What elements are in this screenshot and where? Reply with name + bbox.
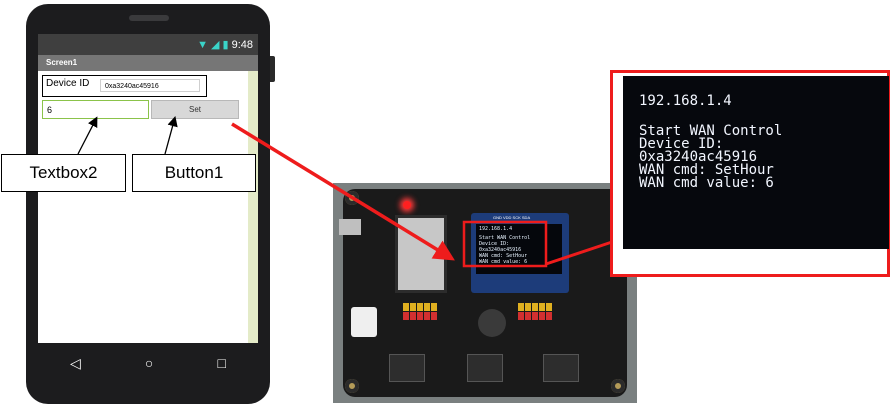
oled-highlight-box [462, 220, 548, 268]
annotation-overlay [77, 115, 613, 268]
button1-arrow [164, 115, 178, 155]
phone-to-board-arrow [231, 122, 455, 261]
zoom-connector [545, 240, 613, 266]
textbox2-arrow [77, 116, 98, 155]
